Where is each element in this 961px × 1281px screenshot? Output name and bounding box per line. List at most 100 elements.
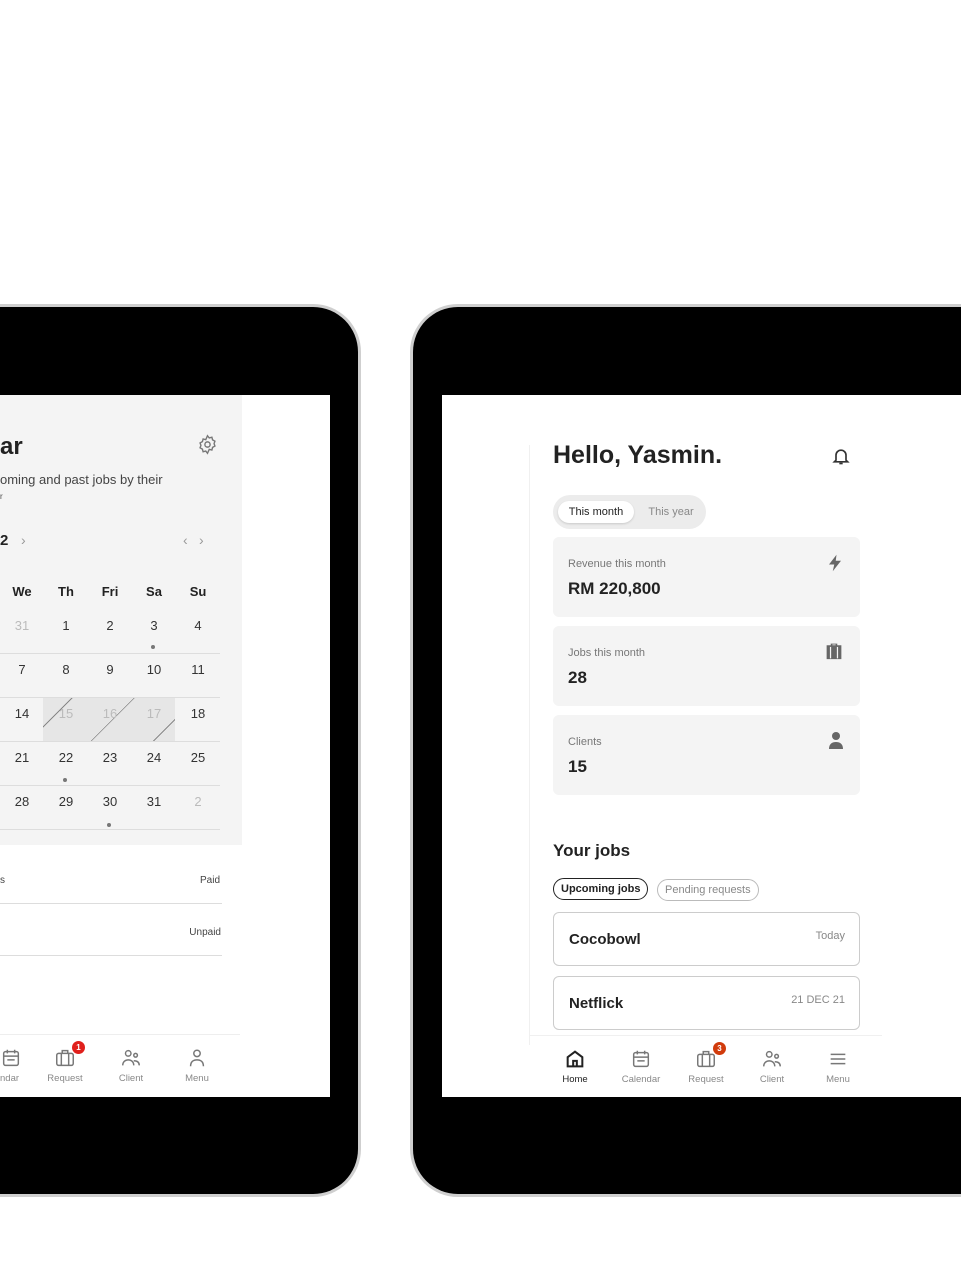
prev-month-button[interactable]: ‹ xyxy=(183,532,188,548)
nav-user[interactable]: Menu xyxy=(167,1047,227,1084)
calendar-day[interactable]: 14 xyxy=(0,706,44,721)
tab-this-year[interactable]: This year xyxy=(641,501,701,523)
row-divider xyxy=(0,741,220,742)
calendar-day[interactable]: 9 xyxy=(88,662,132,677)
month-chevron-icon[interactable]: › xyxy=(21,532,26,548)
revenue-card[interactable]: Revenue this month RM 220,800 xyxy=(553,537,860,617)
event-dot xyxy=(107,823,111,827)
stat-label: Jobs this month xyxy=(568,647,646,659)
stat-value: 15 xyxy=(568,757,587,776)
status-unpaid: Unpaid xyxy=(189,927,221,938)
job-date: Today xyxy=(815,930,845,942)
list-item-left: s xyxy=(0,875,5,886)
calendar-day[interactable]: 2 xyxy=(176,794,220,809)
weekday-header: Fri xyxy=(101,584,119,599)
clients-card[interactable]: Clients 15 xyxy=(553,715,860,795)
calendar-day[interactable]: 11 xyxy=(176,662,220,677)
calendar-day[interactable]: 1 xyxy=(44,618,88,633)
nav-label: ndar xyxy=(0,1073,20,1084)
gear-icon[interactable] xyxy=(197,434,218,455)
greeting: Hello, Yasmin. xyxy=(553,441,723,469)
menu-icon xyxy=(830,1053,846,1065)
tab-this-month[interactable]: This month xyxy=(558,501,634,523)
calendar-screen: ar oming and past jobs by their r 2 › ‹ … xyxy=(0,395,330,1097)
tab-pending-requests[interactable]: Pending requests xyxy=(657,879,759,901)
calendar-day[interactable]: 23 xyxy=(88,750,132,765)
calendar-icon xyxy=(632,1050,650,1068)
status-paid: Paid xyxy=(199,875,220,886)
divider xyxy=(0,903,222,904)
nav-label: Request xyxy=(47,1073,83,1084)
event-dot xyxy=(151,645,155,649)
job-card[interactable]: Cocobowl Today xyxy=(553,912,860,966)
nav-home[interactable]: Home xyxy=(545,1048,605,1085)
page-subtitle: oming and past jobs by their xyxy=(0,472,163,487)
lightning-icon xyxy=(829,554,841,572)
jobs-card[interactable]: Jobs this month 28 xyxy=(553,626,860,706)
job-name: Netflick xyxy=(569,995,624,1012)
calendar-day[interactable]: 28 xyxy=(0,794,44,809)
bell-icon[interactable] xyxy=(831,445,851,467)
calendar-day[interactable]: 29 xyxy=(44,794,88,809)
calendar-day[interactable]: 7 xyxy=(0,662,44,677)
stat-value: 28 xyxy=(568,668,587,687)
weekday-header: Su xyxy=(189,584,207,599)
section-title: Your jobs xyxy=(553,841,631,860)
nav-label: Client xyxy=(118,1073,144,1084)
calendar-panel: ar oming and past jobs by their r 2 › ‹ … xyxy=(0,395,242,845)
job-card[interactable]: Netflick 21 DEC 21 xyxy=(553,976,860,1030)
home-icon xyxy=(566,1050,584,1068)
calendar-day[interactable]: 15 xyxy=(44,706,88,721)
nav-label: Home xyxy=(562,1074,588,1085)
month-label: 2 xyxy=(0,532,9,549)
job-date: 21 DEC 21 xyxy=(791,994,845,1006)
calendar-day[interactable]: 8 xyxy=(44,662,88,677)
calendar-day[interactable]: 31 xyxy=(0,618,44,633)
nav-label: Request xyxy=(688,1074,724,1085)
person-icon xyxy=(829,732,843,749)
nav-calendar[interactable]: Calendar xyxy=(611,1048,671,1085)
calendar-day[interactable]: 22 xyxy=(44,750,88,765)
event-dot xyxy=(63,778,67,782)
notification-badge: 1 xyxy=(72,1041,85,1054)
calendar-day[interactable]: 24 xyxy=(132,750,176,765)
divider xyxy=(0,955,222,956)
stat-label: Revenue this month xyxy=(568,558,666,570)
calendar-day[interactable]: 10 xyxy=(132,662,176,677)
weekday-header: Th xyxy=(58,584,74,599)
nav-calendar[interactable]: ndar xyxy=(0,1047,30,1084)
next-month-button[interactable]: › xyxy=(199,532,204,548)
row-divider xyxy=(0,697,220,698)
calendar-icon xyxy=(2,1049,20,1067)
nav-menu[interactable]: Menu xyxy=(808,1048,868,1085)
page-subtitle-2: r xyxy=(0,492,3,501)
calendar-day[interactable]: 17 xyxy=(132,706,176,721)
calendar-day[interactable]: 4 xyxy=(176,618,220,633)
stat-value: RM 220,800 xyxy=(568,579,661,598)
calendar-day[interactable]: 16 xyxy=(88,706,132,721)
calendar-day[interactable]: 30 xyxy=(88,794,132,809)
calendar-day[interactable]: 21 xyxy=(0,750,44,765)
nav-label: Calendar xyxy=(621,1074,661,1085)
calendar-day[interactable]: 18 xyxy=(176,706,220,721)
nav-users[interactable]: Client xyxy=(101,1047,161,1084)
tab-upcoming-jobs[interactable]: Upcoming jobs xyxy=(553,878,649,900)
calendar-day[interactable]: 3 xyxy=(132,618,176,633)
divider xyxy=(529,445,530,1045)
nav-briefcase[interactable]: Request 1 xyxy=(35,1041,95,1084)
job-name: Cocobowl xyxy=(569,931,641,948)
calendar-day[interactable]: 25 xyxy=(176,750,220,765)
stat-label: Clients xyxy=(568,736,602,748)
briefcase-icon xyxy=(826,643,842,660)
calendar-day[interactable]: 31 xyxy=(132,794,176,809)
users-icon xyxy=(122,1049,140,1066)
nav-users[interactable]: Client xyxy=(742,1048,802,1085)
home-screen: Hello, Yasmin. This month This year Reve… xyxy=(442,395,961,1097)
user-icon xyxy=(189,1049,205,1067)
nav-briefcase[interactable]: Request 3 xyxy=(676,1042,736,1085)
nav-divider xyxy=(0,1034,240,1035)
row-divider xyxy=(0,785,220,786)
nav-label: Menu xyxy=(185,1073,209,1084)
nav-label: Menu xyxy=(826,1074,850,1085)
calendar-day[interactable]: 2 xyxy=(88,618,132,633)
